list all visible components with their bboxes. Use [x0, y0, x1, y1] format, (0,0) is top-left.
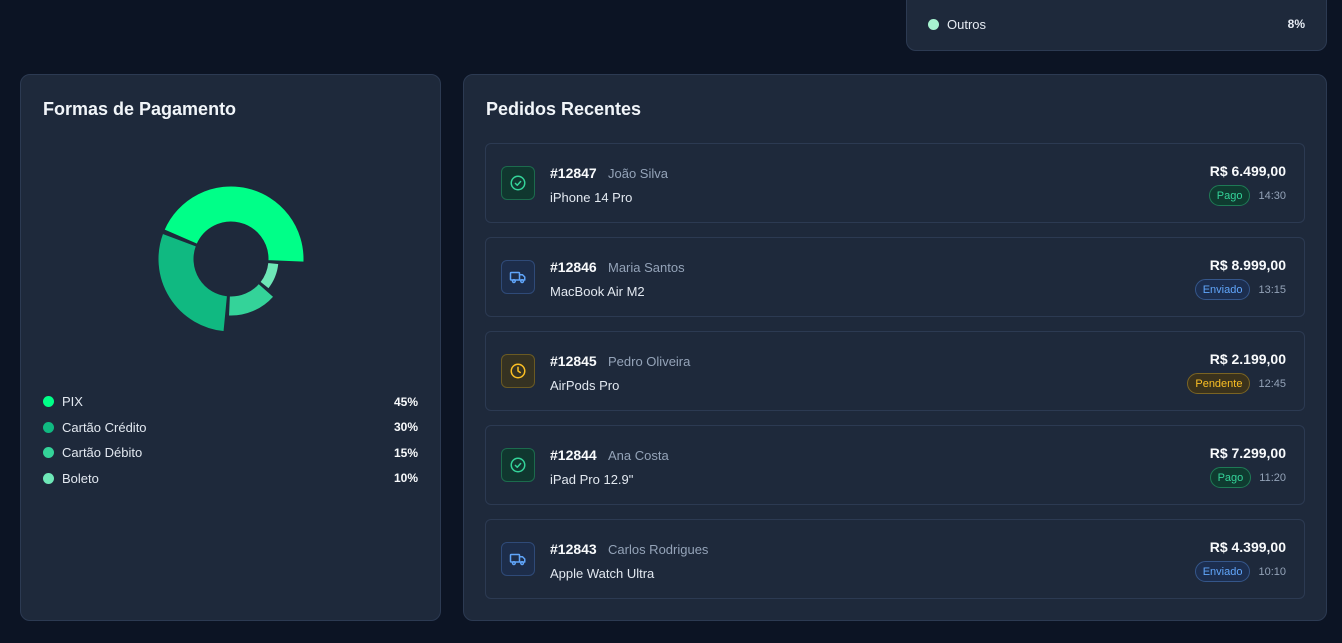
legend-label: Boleto — [62, 470, 99, 486]
payment-methods-card: Formas de Pagamento PIX 45% Cartão Crédi… — [20, 74, 441, 621]
order-product: iPad Pro 12.9" — [550, 472, 634, 487]
legend-dot — [43, 472, 54, 484]
order-product: iPhone 14 Pro — [550, 190, 633, 205]
order-row[interactable]: #12843 Carlos Rodrigues Apple Watch Ultr… — [485, 519, 1305, 599]
legend-pct: 45% — [393, 394, 418, 409]
order-price: R$ 6.499,00 — [1209, 163, 1286, 179]
check-circle-icon — [510, 175, 526, 191]
donut-slice-cart-o-cr-dito — [157, 232, 228, 333]
legend-pct: 8% — [1287, 17, 1305, 31]
order-customer: Ana Costa — [608, 448, 669, 463]
order-time: 12:45 — [1258, 377, 1286, 390]
legend-dot — [43, 421, 54, 433]
order-product: Apple Watch Ultra — [550, 566, 655, 581]
order-id: #12843 — [550, 541, 597, 557]
legend-dot — [43, 396, 54, 408]
order-meta: Pago 14:30 — [1208, 185, 1286, 206]
order-meta: Enviado 13:15 — [1194, 279, 1286, 300]
recent-orders-card: Pedidos Recentes #12847 João Silva iPhon… — [463, 74, 1327, 621]
card-title: Pedidos Recentes — [486, 99, 642, 119]
legend-label: Outros — [947, 16, 987, 32]
order-time: 11:20 — [1259, 471, 1286, 484]
order-id: #12845 — [550, 353, 597, 369]
payment-legend: PIX 45% Cartão Crédito 30% Cartão Débito… — [43, 389, 418, 491]
legend-dot — [43, 447, 54, 459]
legend-item: PIX 45% — [43, 389, 418, 415]
legend-label: PIX — [62, 394, 83, 410]
legend-pct: 30% — [393, 420, 418, 435]
order-id: #12844 — [550, 447, 597, 463]
status-badge: Enviado — [1194, 279, 1251, 300]
donut-slice-boleto — [259, 262, 280, 290]
order-customer: João Silva — [608, 166, 668, 181]
legend-item: Cartão Crédito 30% — [43, 415, 418, 441]
legend-item: Cartão Débito 15% — [43, 440, 418, 466]
status-badge: Pendente — [1187, 373, 1251, 394]
order-customer: Carlos Rodrigues — [608, 542, 709, 557]
truck-icon — [509, 271, 526, 284]
donut-slice-cart-o-d-bito — [227, 282, 275, 317]
order-customer: Maria Santos — [608, 260, 685, 275]
order-status-icon — [501, 448, 535, 482]
truck-icon — [509, 553, 526, 566]
clock-icon — [510, 363, 526, 379]
legend-pct: 10% — [393, 471, 418, 486]
order-status-icon — [501, 354, 535, 388]
order-time: 10:10 — [1258, 565, 1286, 578]
order-price: R$ 8.999,00 — [1209, 257, 1286, 273]
order-status-icon — [501, 260, 535, 294]
legend-label: Cartão Crédito — [62, 419, 147, 435]
category-legend-card: Outros 8% — [906, 0, 1327, 51]
legend-dot — [928, 18, 939, 30]
status-badge: Pago — [1209, 467, 1252, 488]
status-badge: Enviado — [1194, 561, 1251, 582]
order-row[interactable]: #12846 Maria Santos MacBook Air M2 R$ 8.… — [485, 237, 1305, 317]
order-meta: Pendente 12:45 — [1187, 373, 1286, 394]
order-product: AirPods Pro — [550, 378, 620, 393]
order-meta: Enviado 10:10 — [1194, 561, 1286, 582]
legend-item-outros: Outros 8% — [928, 15, 1305, 33]
legend-item: Boleto 10% — [43, 466, 418, 492]
legend-pct: 15% — [393, 445, 418, 460]
check-circle-icon — [510, 457, 526, 473]
order-meta: Pago 11:20 — [1209, 467, 1286, 488]
payment-donut-chart — [157, 185, 305, 333]
status-badge: Pago — [1208, 185, 1251, 206]
order-time: 14:30 — [1258, 189, 1286, 202]
order-customer: Pedro Oliveira — [608, 354, 691, 369]
order-id: #12847 — [550, 165, 597, 181]
order-price: R$ 4.399,00 — [1209, 539, 1286, 555]
order-product: MacBook Air M2 — [550, 284, 645, 299]
order-row[interactable]: #12847 João Silva iPhone 14 Pro R$ 6.499… — [485, 143, 1305, 223]
order-id: #12846 — [550, 259, 597, 275]
order-row[interactable]: #12845 Pedro Oliveira AirPods Pro R$ 2.1… — [485, 331, 1305, 411]
card-title: Formas de Pagamento — [43, 99, 237, 119]
order-row[interactable]: #12844 Ana Costa iPad Pro 12.9" R$ 7.299… — [485, 425, 1305, 505]
order-status-icon — [501, 542, 535, 576]
order-time: 13:15 — [1258, 283, 1286, 296]
legend-label: Cartão Débito — [62, 445, 143, 461]
order-status-icon — [501, 166, 535, 200]
order-price: R$ 2.199,00 — [1209, 351, 1286, 367]
order-price: R$ 7.299,00 — [1209, 445, 1286, 461]
